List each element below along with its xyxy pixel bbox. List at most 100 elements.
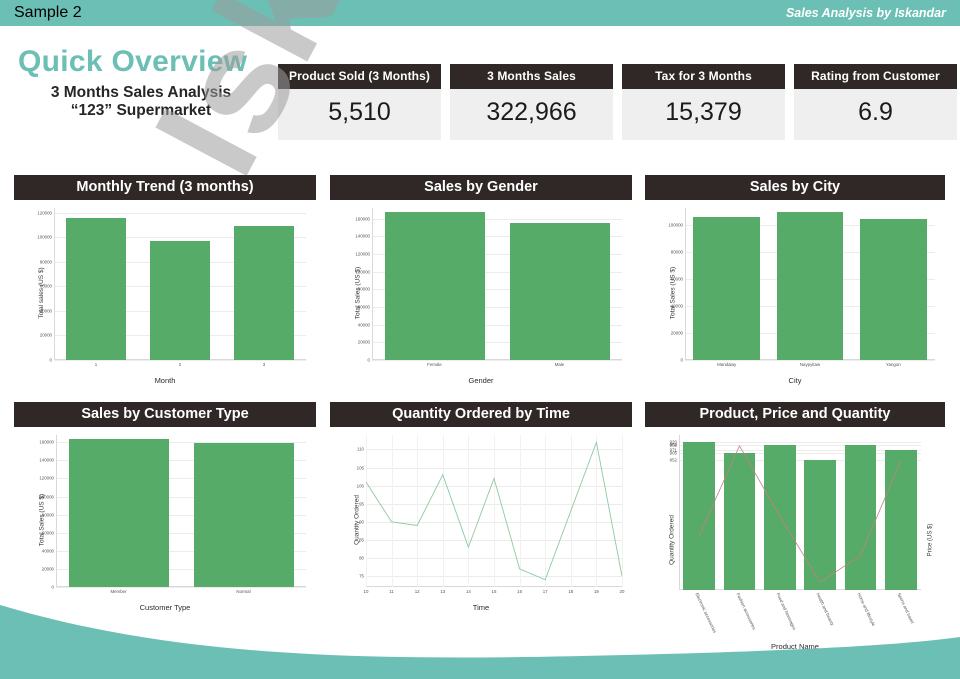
y-axis-title: Total Sales (US $) [354, 266, 362, 320]
dashboard-header: Quick Overview 3 Months Sales Analysis “… [0, 26, 960, 151]
quantity-line-series [366, 440, 622, 581]
page-title: Quick Overview [18, 45, 248, 78]
chart-title: Quantity Ordered by Time [330, 402, 632, 427]
kpi-row: Product Sold (3 Months) 5,510 3 Months S… [278, 26, 957, 140]
y-axis-line [56, 435, 57, 587]
chart-plot-area: 75 80 85 90 95 100 105 110 10 11 12 13 14 15 16 17 18 19 2… [330, 427, 632, 613]
kpi-value: 15,379 [622, 89, 785, 140]
y-axis-tick-label: 20000 [357, 339, 370, 345]
y-axis-tick-label: 952 [669, 457, 677, 463]
y-axis-tick-label: 20000 [39, 332, 52, 338]
x-axis-tick-label: Naypyitaw [799, 362, 821, 367]
kpi-value: 5,510 [278, 89, 441, 140]
y-axis-tick-label: 120000 [37, 210, 52, 216]
y-axis-tick-label: 100000 [37, 234, 52, 240]
bar-1 [384, 211, 485, 360]
page-subtitle: 3 Months Sales Analysis “123” Supermarke… [18, 84, 278, 122]
bar-3 [233, 226, 295, 360]
chart-title: Sales by City [645, 175, 945, 200]
y-axis-tick-label: 100 [356, 483, 364, 489]
y-axis-tick-label: 0 [680, 357, 683, 363]
chart-plot-area: 0 20000 40000 60000 80000 100000 120000 140000 1… [14, 427, 316, 613]
chart-plot-area: 0 20000 40000 60000 80000 100000 120000 1 2 3 Tota… [14, 200, 316, 386]
y-axis-title: Total Sales (US $) [669, 266, 677, 320]
bottom-wave-decoration [0, 605, 960, 679]
y-axis-tick-label: 40000 [357, 322, 370, 328]
secondary-y-axis-title: Price (US $) [927, 523, 934, 556]
plot-inner: 0 20000 40000 60000 80000 100000 120000 1 2 3 [37, 208, 306, 367]
chart-plot-area: 0 20000 40000 60000 80000 100000 120000 140000 1… [330, 200, 632, 386]
y-axis-tick-label: 110 [357, 446, 364, 452]
chart-title: Sales by Gender [330, 175, 632, 200]
bar-2 [776, 211, 844, 360]
grid-line [54, 212, 306, 214]
kpi-card-3-months-sales: 3 Months Sales 322,966 [450, 64, 613, 140]
title-block: Quick Overview 3 Months Sales Analysis “… [0, 26, 278, 121]
bar-2 [193, 443, 294, 587]
chart-panel-sales-by-city: Sales by City 0 20000 40000 60000 80000 10000… [645, 175, 945, 386]
y-axis-tick-label: 140000 [39, 457, 54, 463]
top-bar: Sample 2 Sales Analysis by Iskandar [0, 0, 960, 26]
plot-inner: 920 905 854 952 902 971 Electronic accessories… [670, 435, 921, 634]
plot-inner: 0 20000 40000 60000 80000 100000 Mandalay Naypy… [668, 208, 935, 367]
y-axis-line [372, 208, 373, 360]
chart-title: Monthly Trend (3 months) [14, 175, 316, 200]
kpi-card-product-sold: Product Sold (3 Months) 5,510 [278, 64, 441, 140]
y-axis-line [54, 208, 55, 360]
sample-label: Sample 2 [14, 4, 82, 21]
bar-1 [693, 217, 760, 360]
grid-line [54, 360, 306, 361]
y-axis-tick-label: 75 [359, 573, 364, 579]
bar-1 [65, 217, 127, 360]
kpi-card-rating: Rating from Customer 6.9 [794, 64, 957, 140]
y-axis-tick-label: 120000 [39, 475, 54, 481]
y-axis-tick-label: 971 [669, 447, 677, 453]
x-axis-tick-label: Mandalay [717, 362, 737, 367]
y-axis-tick-label: 80000 [39, 259, 52, 265]
chart-title: Sales by Customer Type [14, 402, 316, 427]
kpi-label: Rating from Customer [794, 64, 957, 89]
y-axis-tick-label: 40000 [41, 548, 54, 554]
kpi-card-tax: Tax for 3 Months 15,379 [622, 64, 785, 140]
y-axis-tick-label: 902 [669, 442, 677, 448]
chart-panel-monthly-trend: Monthly Trend (3 months) 0 20000 40000 6000… [14, 175, 316, 386]
kpi-value: 322,966 [450, 89, 613, 140]
chart-title: Product, Price and Quantity [645, 402, 945, 427]
y-axis-tick-label: 80000 [670, 249, 683, 255]
y-axis-tick-label: 160000 [39, 439, 54, 445]
y-axis-title: Quantity Ordered [353, 495, 361, 545]
kpi-label: Product Sold (3 Months) [278, 64, 441, 89]
subtitle-line-1: 3 Months Sales Analysis [50, 83, 232, 101]
grid-line-vertical [622, 435, 623, 587]
x-axis-title: Month [154, 376, 176, 385]
x-axis-tick-label: 3 [262, 362, 266, 367]
chart-panel-sales-by-customer-type: Sales by Customer Type 0 20000 40000 60000 8… [14, 402, 316, 613]
y-axis-tick-label: 140000 [355, 233, 370, 239]
y-axis-title: Total sales (US $) [38, 267, 46, 319]
price-line-series [698, 444, 902, 583]
x-axis-tick-label: Male [554, 362, 565, 367]
y-axis-line [685, 208, 686, 360]
y-axis-tick-label: 20000 [41, 566, 54, 572]
chart-plot-area: 0 20000 40000 60000 80000 100000 Mandalay Naypy… [645, 200, 945, 386]
plot-inner: 0 20000 40000 60000 80000 100000 120000 140000 1… [355, 208, 622, 367]
x-axis-tick-label: Female [427, 362, 442, 367]
x-axis-tick-label: 2 [178, 362, 182, 367]
y-axis-title: Quantity Ordered [668, 514, 676, 565]
kpi-value: 6.9 [794, 89, 957, 140]
plot-inner: 75 80 85 90 95 100 105 110 10 11 12 13 14 15 16 17 18 19 2… [357, 435, 624, 594]
author-label: Sales Analysis by Iskandar [785, 6, 946, 20]
y-axis-tick-label: 100000 [668, 222, 683, 228]
chart-panel-sales-by-gender: Sales by Gender 0 20000 40000 60000 80000 100… [330, 175, 632, 386]
y-axis-tick-label: 105 [356, 465, 364, 471]
y-axis-tick-label: 160000 [355, 216, 370, 222]
bar-2 [509, 223, 610, 360]
y-axis-title: Total Sales (US $) [38, 493, 46, 547]
y-axis-tick-label: 0 [367, 357, 370, 363]
bar-3 [860, 218, 927, 360]
grid-line [685, 360, 935, 361]
chart-grid: Monthly Trend (3 months) 0 20000 40000 6000… [0, 160, 960, 652]
subtitle-line-2: “123” Supermarket [70, 102, 212, 120]
y-axis-tick-label: 20000 [670, 330, 683, 336]
bar-2 [149, 241, 211, 360]
